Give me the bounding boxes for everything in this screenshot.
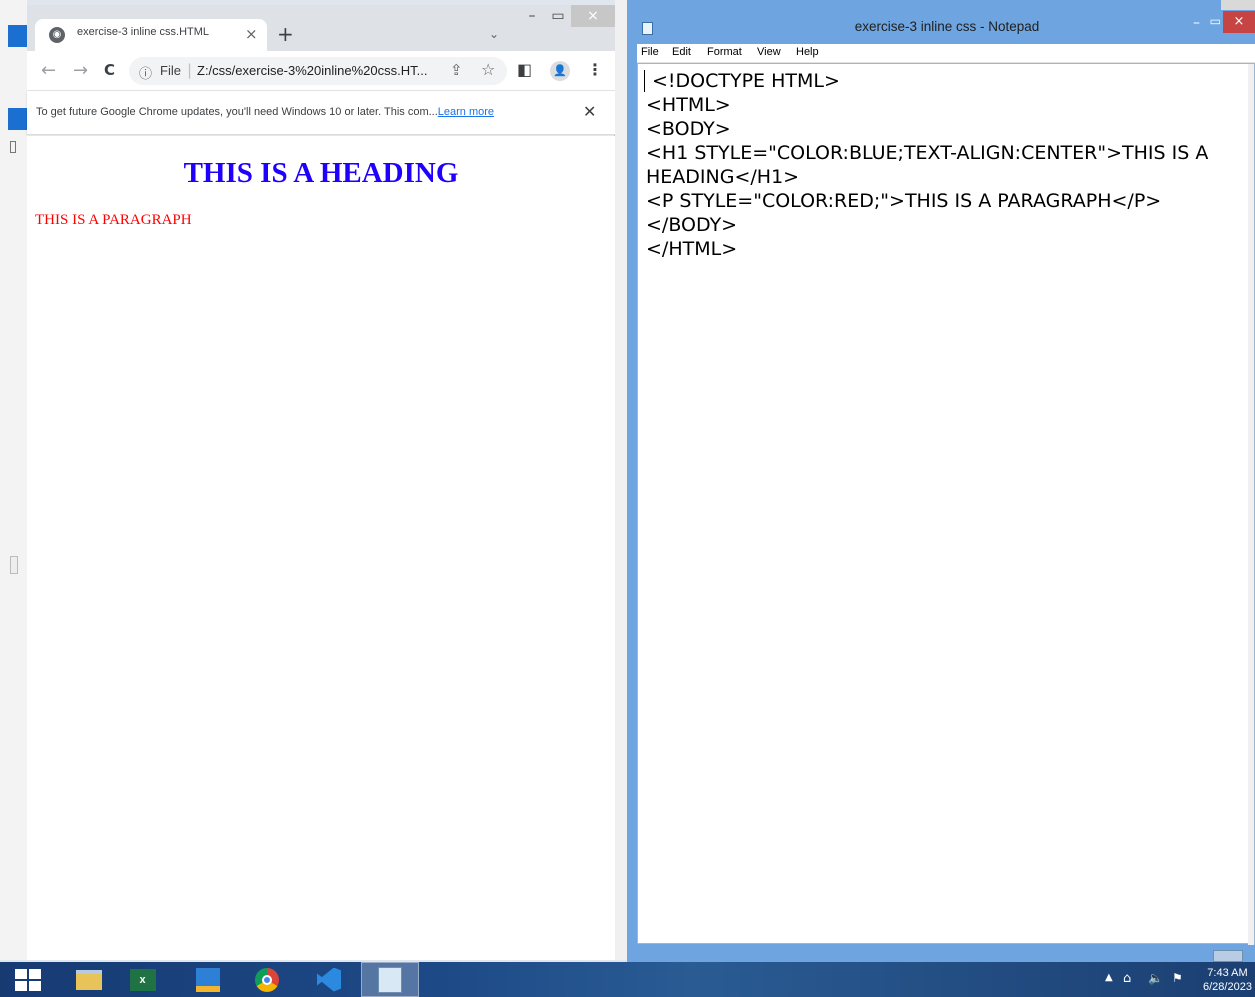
menu-view[interactable]: View [757, 46, 781, 58]
code-line: <H1 STYLE="COLOR:BLUE;TEXT-ALIGN:CENTER"… [646, 142, 1209, 164]
folder-icon [75, 969, 102, 990]
page-paragraph: THIS IS A PARAGRAPH [35, 212, 192, 228]
desktop-edge-marker [10, 556, 18, 574]
close-button[interactable]: × [571, 5, 615, 27]
desktop-edge-marker [8, 108, 27, 130]
side-panel-icon[interactable]: ◧ [517, 60, 532, 79]
new-tab-button[interactable]: + [277, 22, 294, 46]
menu-file[interactable]: File [641, 46, 659, 58]
reload-icon[interactable]: C [104, 61, 115, 79]
tray-expand-icon[interactable]: ▲ [1105, 972, 1113, 983]
notepad-text-area[interactable]: <!DOCTYPE HTML> <HTML> <BODY> <H1 STYLE=… [637, 63, 1255, 945]
app-icon [195, 967, 220, 992]
desktop-edge-marker [8, 25, 27, 47]
update-infobar: To get future Google Chrome updates, you… [27, 91, 615, 135]
vertical-scrollbar[interactable] [1248, 64, 1254, 945]
volume-muted-icon[interactable]: 🔈 [1148, 971, 1163, 985]
notepad-titlebar: exercise-3 inline css - Notepad – ▭ × [627, 0, 1255, 44]
excel-icon: x [129, 968, 156, 991]
page-heading: THIS IS A HEADING [183, 157, 459, 189]
desktop-edge [0, 0, 27, 960]
menu-format[interactable]: Format [707, 46, 742, 58]
taskbar-vscode[interactable] [302, 962, 356, 997]
scheme-label: File [160, 63, 181, 78]
notepad-minimize-button[interactable]: – [1193, 15, 1200, 31]
back-arrow-icon[interactable]: ← [41, 60, 56, 81]
system-tray: ▲ ⌂ 🔈 ⚑ 7:43 AM 6/28/2023 [1055, 950, 1255, 997]
background-window-close [1221, 0, 1255, 10]
tab-strip: ◉ exercise-3 inline css.HTML × + ⌄ – ▭ × [27, 5, 615, 51]
profile-avatar-icon[interactable]: 👤 [550, 61, 570, 81]
desktop-edge-marker [10, 141, 16, 153]
notepad-title: exercise-3 inline css - Notepad [854, 19, 1040, 34]
maximize-button[interactable]: ▭ [545, 5, 571, 27]
clock-date: 6/28/2023 [1203, 981, 1252, 993]
notepad-menubar: File Edit Format View Help [637, 44, 1255, 63]
notepad-maximize-button[interactable]: ▭ [1210, 14, 1221, 28]
code-line: <!DOCTYPE HTML> [652, 70, 840, 92]
taskbar: x ▲ ⌂ 🔈 ⚑ 7:43 AM 6/28/2023 [0, 950, 1255, 997]
code-line: </HTML> [646, 238, 738, 260]
forward-arrow-icon[interactable]: → [73, 60, 88, 81]
divider: | [187, 61, 193, 79]
clock-time: 7:43 AM [1207, 967, 1248, 979]
window-controls: – ▭ × [519, 5, 615, 29]
clock[interactable]: 7:43 AM 6/28/2023 [1203, 966, 1252, 994]
network-icon[interactable]: ⌂ [1123, 971, 1131, 986]
infobar-message: To get future Google Chrome updates, you… [36, 106, 494, 118]
browser-toolbar: ← → C ⓘ File | Z:/css/exercise-3%20inlin… [27, 51, 615, 91]
globe-icon: ◉ [49, 27, 65, 43]
infobar-text: To get future Google Chrome updates, you… [36, 106, 438, 118]
chrome-icon [254, 967, 279, 992]
taskbar-chrome[interactable] [244, 962, 289, 997]
share-icon[interactable]: ⇪ [450, 61, 463, 79]
chrome-window: ◉ exercise-3 inline css.HTML × + ⌄ – ▭ ×… [27, 5, 615, 960]
code-line: HEADING</H1> [646, 166, 800, 188]
infobar-close-icon[interactable]: ✕ [583, 102, 596, 121]
page-content: THIS IS A HEADING THIS IS A PARAGRAPH [27, 136, 615, 960]
tab-search-icon[interactable]: ⌄ [489, 27, 499, 41]
vscode-icon [317, 967, 341, 992]
learn-more-link[interactable]: Learn more [438, 106, 494, 118]
info-icon[interactable]: ⓘ [139, 63, 152, 82]
code-line: <BODY> [646, 118, 731, 140]
show-desktop-button[interactable] [1213, 950, 1243, 962]
menu-help[interactable]: Help [796, 46, 819, 58]
url-text[interactable]: Z:/css/exercise-3%20inline%20css.HT... [197, 63, 427, 78]
taskbar-app[interactable] [185, 962, 230, 997]
address-bar[interactable]: ⓘ File | Z:/css/exercise-3%20inline%20cs… [129, 57, 507, 85]
start-button[interactable] [0, 962, 56, 997]
action-center-flag-icon[interactable]: ⚑ [1172, 971, 1183, 985]
taskbar-file-explorer[interactable] [66, 962, 111, 997]
windows-logo-icon [15, 968, 41, 991]
menu-edit[interactable]: Edit [672, 46, 691, 58]
menu-kebab-icon[interactable]: ⋮ [587, 60, 603, 79]
notepad-window: exercise-3 inline css - Notepad – ▭ × Fi… [627, 0, 1255, 962]
browser-tab[interactable]: ◉ exercise-3 inline css.HTML × [35, 19, 267, 51]
tab-close-icon[interactable]: × [245, 25, 258, 43]
code-line: <P STYLE="COLOR:RED;">THIS IS A PARAGRAP… [646, 190, 1162, 212]
code-line: <HTML> [646, 94, 731, 116]
text-caret [644, 70, 645, 92]
taskbar-excel[interactable]: x [120, 962, 165, 997]
notepad-icon [378, 966, 402, 993]
bookmark-star-icon[interactable]: ☆ [481, 60, 495, 79]
code-line: </BODY> [646, 214, 738, 236]
notepad-close-button[interactable]: × [1223, 11, 1255, 33]
taskbar-notepad[interactable] [361, 962, 419, 997]
minimize-button[interactable]: – [519, 5, 545, 27]
tab-title: exercise-3 inline css.HTML [77, 26, 210, 38]
